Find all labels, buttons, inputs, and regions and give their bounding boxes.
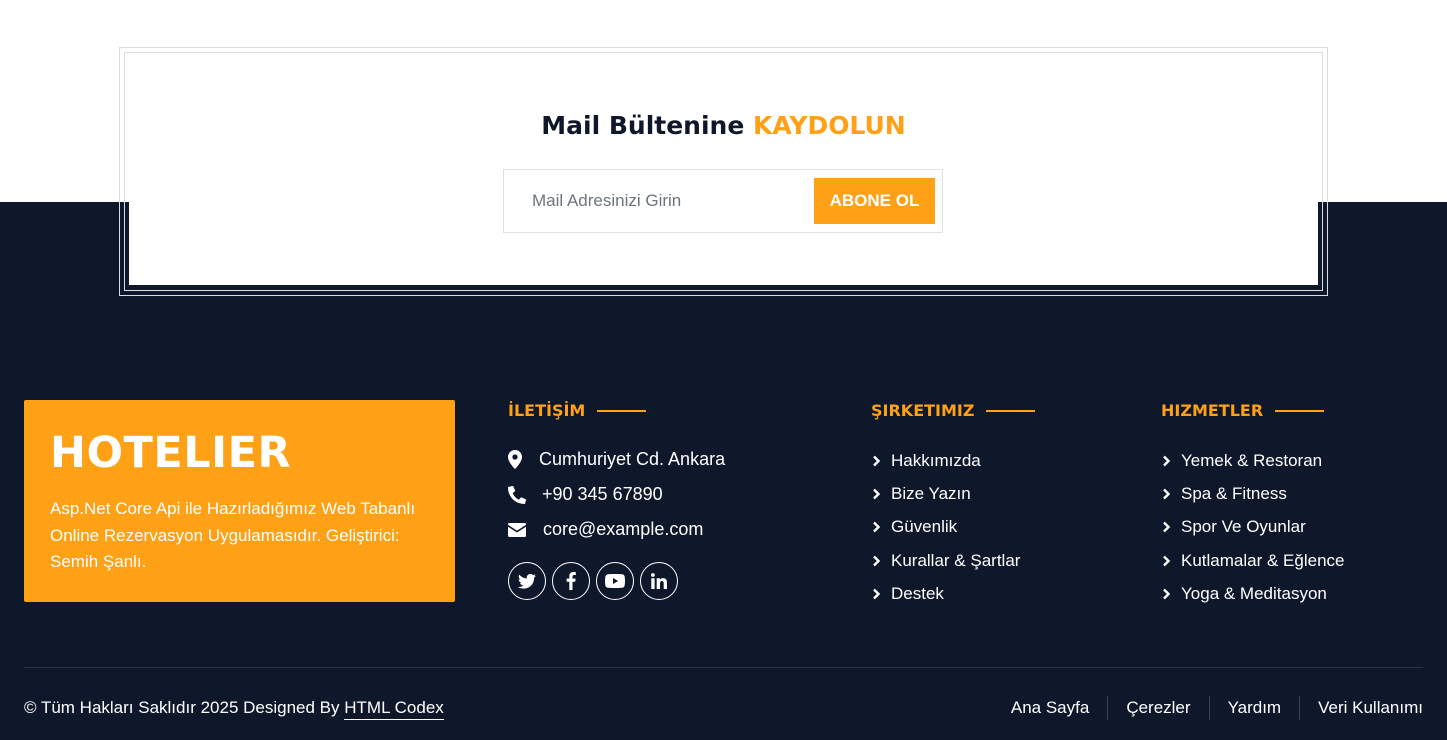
footer-link-data-usage[interactable]: Veri Kullanımı xyxy=(1318,696,1423,720)
facebook-icon xyxy=(566,572,576,590)
contact-address-text: Cumhuriyet Cd. Ankara xyxy=(539,449,726,469)
newsletter-form: ABONE OL xyxy=(503,169,943,233)
company-link[interactable]: Güvenlik xyxy=(871,511,1020,544)
youtube-icon xyxy=(605,574,625,588)
menu-separator xyxy=(1107,696,1109,720)
menu-separator xyxy=(1299,696,1301,720)
twitter-icon xyxy=(518,573,536,589)
brand-description: Asp.Net Core Api ile Hazırladığımız Web … xyxy=(50,499,416,571)
footer-link-cookies[interactable]: Çerezler xyxy=(1126,696,1190,720)
chevron-right-icon xyxy=(873,555,881,566)
brand-box: HOTELIER Asp.Net Core Api ile Hazırladığ… xyxy=(24,400,455,602)
brand-title: HOTELIER xyxy=(50,428,292,478)
map-marker-icon xyxy=(508,450,539,469)
social-links xyxy=(508,562,678,600)
company-link-label: Kurallar & Şartlar xyxy=(891,550,1021,570)
company-link-label: Bize Yazın xyxy=(891,483,971,503)
chevron-right-icon xyxy=(873,588,881,600)
contact-phone-text: +90 345 67890 xyxy=(542,484,663,504)
chevron-right-icon xyxy=(1163,521,1171,533)
chevron-right-icon xyxy=(1163,488,1171,500)
service-link-label: Spor Ve Oyunlar xyxy=(1181,517,1306,537)
twitter-button[interactable] xyxy=(508,562,546,600)
chevron-right-icon xyxy=(1163,555,1171,566)
menu-separator xyxy=(1208,696,1210,720)
company-link[interactable]: Hakkımızda xyxy=(871,444,1020,477)
contact-heading: İLETİŞİM xyxy=(508,401,647,420)
email-subscribe-input[interactable] xyxy=(505,171,805,231)
contact-address: Cumhuriyet Cd. Ankara xyxy=(508,449,725,470)
copyright: © Tüm Hakları Saklıdır 2025 Designed By … xyxy=(24,698,444,720)
phone-icon xyxy=(508,485,542,504)
facebook-button[interactable] xyxy=(552,562,590,600)
heading-underline xyxy=(1275,409,1325,412)
footer-menu: Ana Sayfa Çerezler Yardım Veri Kullanımı xyxy=(1011,696,1423,720)
footer-link-home[interactable]: Ana Sayfa xyxy=(1011,696,1089,720)
newsletter-card: Mail Bültenine KAYDOLUN ABONE OL xyxy=(129,57,1318,285)
company-link[interactable]: Kurallar & Şartlar xyxy=(871,544,1020,577)
services-heading-label: HIZMETLER xyxy=(1161,401,1264,420)
newsletter-title-accent: KAYDOLUN xyxy=(753,111,906,140)
chevron-right-icon xyxy=(1163,588,1171,600)
subscribe-button[interactable]: ABONE OL xyxy=(814,178,935,224)
designer-link[interactable]: HTML Codex xyxy=(344,698,444,720)
company-link[interactable]: Bize Yazın xyxy=(871,477,1020,510)
service-link[interactable]: Spa & Fitness xyxy=(1161,477,1344,510)
newsletter-title: Mail Bültenine KAYDOLUN xyxy=(129,111,1318,140)
chevron-right-icon xyxy=(873,455,881,466)
company-link[interactable]: Destek xyxy=(871,577,1020,610)
footer-link-help[interactable]: Yardım xyxy=(1228,696,1282,720)
heading-underline xyxy=(986,409,1036,412)
footer-divider xyxy=(24,667,1423,668)
service-link[interactable]: Kutlamalar & Eğlence xyxy=(1161,544,1344,577)
services-links: Yemek & Restoran Spa & Fitness Spor Ve O… xyxy=(1161,444,1344,610)
copyright-text: © Tüm Hakları Saklıdır 2025 Designed By xyxy=(24,698,340,717)
newsletter-title-main: Mail Bültenine xyxy=(541,111,745,140)
service-link[interactable]: Yoga & Meditasyon xyxy=(1161,577,1344,610)
service-link-label: Yemek & Restoran xyxy=(1181,450,1323,470)
service-link-label: Yoga & Meditasyon xyxy=(1181,583,1327,603)
company-link-label: Güvenlik xyxy=(891,517,958,537)
linkedin-icon xyxy=(651,573,667,589)
chevron-right-icon xyxy=(873,521,881,533)
contact-email: core@example.com xyxy=(508,519,703,540)
chevron-right-icon xyxy=(1163,455,1171,466)
contact-heading-label: İLETİŞİM xyxy=(508,401,586,420)
service-link[interactable]: Spor Ve Oyunlar xyxy=(1161,511,1344,544)
services-heading: HIZMETLER xyxy=(1161,401,1325,420)
linkedin-button[interactable] xyxy=(640,562,678,600)
company-links: Hakkımızda Bize Yazın Güvenlik Kurallar … xyxy=(871,444,1020,610)
service-link[interactable]: Yemek & Restoran xyxy=(1161,444,1344,477)
contact-email-text: core@example.com xyxy=(543,519,704,539)
service-link-label: Spa & Fitness xyxy=(1181,483,1287,503)
company-link-label: Hakkımızda xyxy=(891,450,981,470)
chevron-right-icon xyxy=(873,488,881,500)
company-link-label: Destek xyxy=(891,583,944,603)
contact-phone: +90 345 67890 xyxy=(508,484,663,505)
service-link-label: Kutlamalar & Eğlence xyxy=(1181,550,1345,570)
company-heading: ŞIRKETIMIZ xyxy=(871,401,1036,420)
company-heading-label: ŞIRKETIMIZ xyxy=(871,401,975,420)
youtube-button[interactable] xyxy=(596,562,634,600)
envelope-icon xyxy=(508,522,543,537)
heading-underline xyxy=(597,409,647,412)
